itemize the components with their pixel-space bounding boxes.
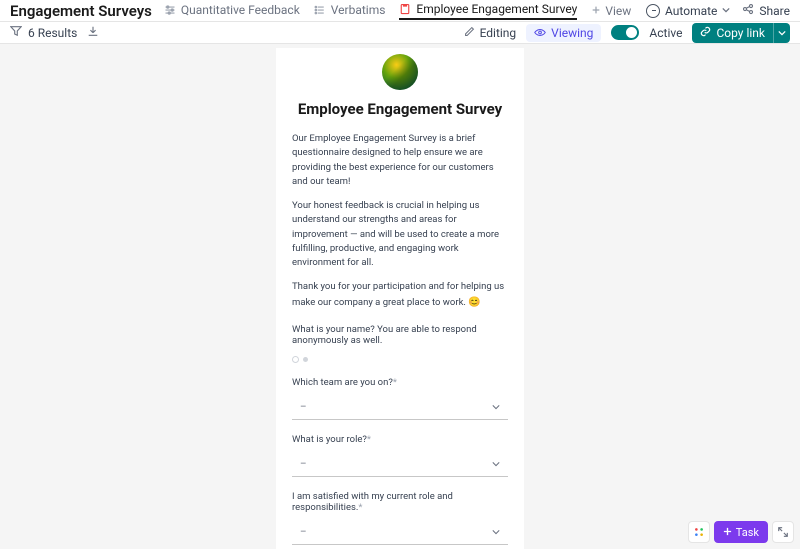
tab-strip: Quantitative Feedback Verbatims Employee… <box>164 2 646 20</box>
placeholder-dot <box>292 356 299 363</box>
clock-icon <box>646 4 660 18</box>
question-label: I am satisfied with my current role and … <box>292 491 508 513</box>
add-view-button[interactable]: View <box>591 4 631 18</box>
form-title: Employee Engagement Survey <box>292 100 508 118</box>
automate-label: Automate <box>665 4 717 18</box>
fab-row: Task <box>688 521 794 543</box>
header-bar: Engagement Surveys Quantitative Feedback… <box>0 0 800 22</box>
form-card: Employee Engagement Survey Our Employee … <box>276 48 524 549</box>
chevron-down-icon <box>492 527 500 538</box>
pencil-icon <box>464 26 475 40</box>
copy-link-dropdown[interactable] <box>773 23 790 43</box>
intro-paragraph: Thank you for your participation and for… <box>292 280 508 310</box>
tab-label: Employee Engagement Survey <box>416 2 577 16</box>
header-right: Automate Share <box>646 3 790 18</box>
chevron-down-icon <box>492 459 500 470</box>
emoji-picker-button[interactable] <box>688 521 710 543</box>
dropdown-value: – <box>300 527 307 538</box>
expand-button[interactable] <box>772 521 794 543</box>
tab-label: Quantitative Feedback <box>181 3 300 17</box>
question-satisfied: I am satisfied with my current role and … <box>292 491 508 545</box>
toolbar-right: Editing Viewing Active Copy link <box>464 23 790 43</box>
intro-paragraph: Our Employee Engagement Survey is a brie… <box>292 132 508 189</box>
placeholder-dot <box>303 357 308 362</box>
list-icon <box>314 4 326 16</box>
viewing-label: Viewing <box>551 26 593 40</box>
tab-label: Verbatims <box>331 3 386 17</box>
dropdown-value: – <box>300 459 307 470</box>
editing-mode-button[interactable]: Editing <box>464 26 517 40</box>
download-icon[interactable] <box>87 25 99 41</box>
chevron-down-icon <box>722 7 730 15</box>
main-area: Employee Engagement Survey Our Employee … <box>0 44 800 549</box>
tab-employee-survey[interactable]: Employee Engagement Survey <box>399 2 577 20</box>
dropdown-satisfied[interactable]: – <box>292 521 508 545</box>
share-icon <box>742 3 754 18</box>
active-label: Active <box>649 26 682 40</box>
copy-link-button[interactable]: Copy link <box>692 23 773 43</box>
dropdown-role[interactable]: – <box>292 453 508 477</box>
form-intro: Our Employee Engagement Survey is a brie… <box>292 132 508 310</box>
eye-icon <box>534 26 546 40</box>
question-name: What is your name? You are able to respo… <box>292 324 508 363</box>
copy-link-label: Copy link <box>716 26 765 40</box>
question-role: What is your role?* – <box>292 434 508 477</box>
plus-icon <box>723 526 732 539</box>
plus-icon <box>591 4 601 18</box>
active-toggle[interactable] <box>611 25 639 40</box>
chevron-down-icon <box>492 402 500 413</box>
smile-emoji: 😊 <box>468 297 480 308</box>
automate-button[interactable]: Automate <box>646 4 730 18</box>
add-view-label: View <box>605 4 631 18</box>
dropdown-value: – <box>300 402 307 413</box>
form-avatar <box>382 54 418 90</box>
share-button[interactable]: Share <box>742 3 790 18</box>
clipboard-icon <box>399 3 411 15</box>
question-label: Which team are you on?* <box>292 377 508 388</box>
tab-verbatims[interactable]: Verbatims <box>314 3 386 19</box>
dropdown-team[interactable]: – <box>292 396 508 420</box>
sliders-icon <box>164 4 176 16</box>
intro-paragraph: Your honest feedback is crucial in helpi… <box>292 199 508 270</box>
text-input-placeholder[interactable] <box>292 356 508 363</box>
question-label: What is your name? You are able to respo… <box>292 324 508 346</box>
app-title: Engagement Surveys <box>10 2 152 20</box>
filter-icon[interactable] <box>10 25 22 41</box>
results-count: 6 Results <box>28 26 77 40</box>
task-button[interactable]: Task <box>714 521 768 543</box>
link-icon <box>700 26 711 40</box>
task-label: Task <box>736 526 759 539</box>
toolbar: 6 Results Editing Viewing Active Copy li… <box>0 22 800 44</box>
question-label: What is your role?* <box>292 434 508 445</box>
question-team: Which team are you on?* – <box>292 377 508 420</box>
tab-quant-feedback[interactable]: Quantitative Feedback <box>164 3 300 19</box>
share-label: Share <box>759 4 790 18</box>
editing-label: Editing <box>480 26 517 40</box>
viewing-mode-button[interactable]: Viewing <box>526 24 601 42</box>
